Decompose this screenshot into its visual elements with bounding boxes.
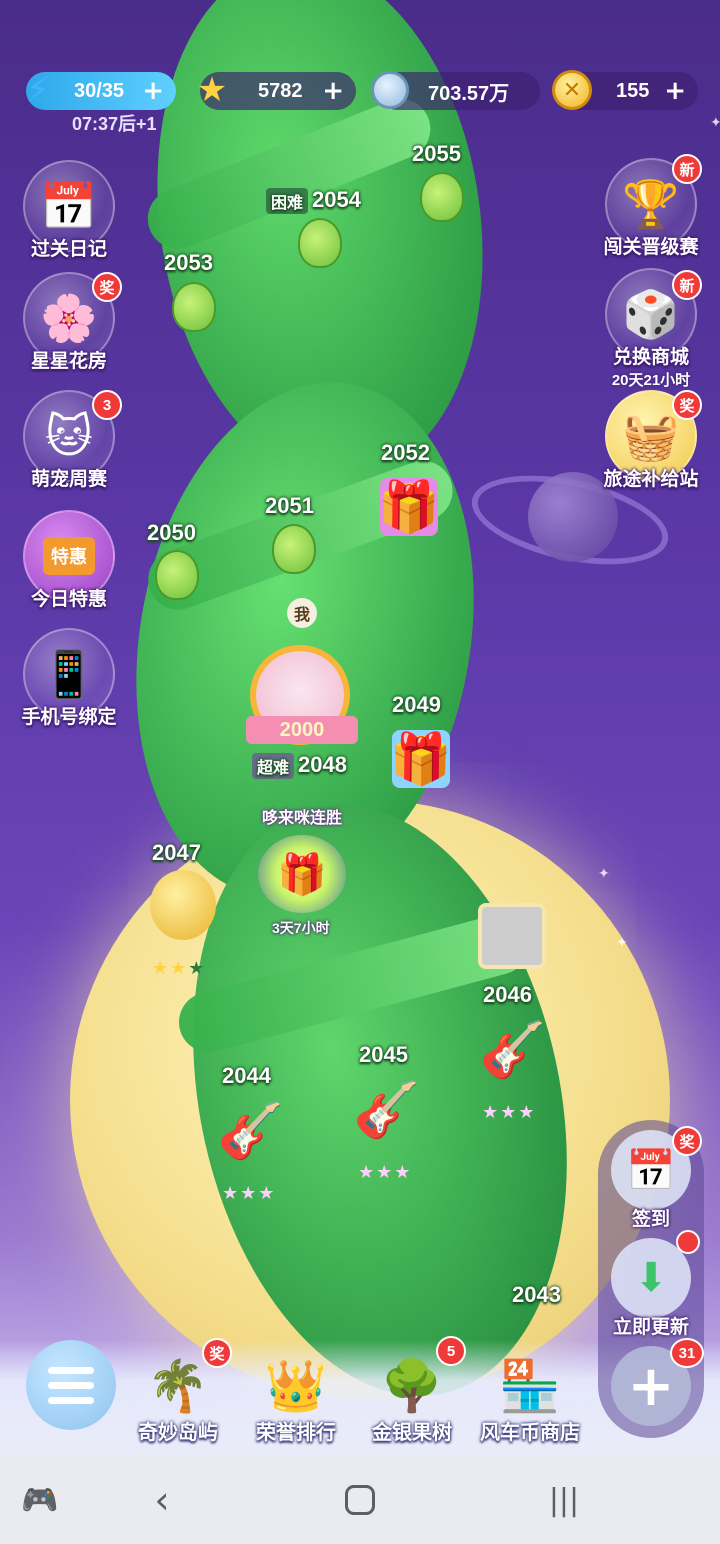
- friend-avatar[interactable]: [478, 903, 546, 969]
- level-label: 2045: [359, 1042, 408, 1067]
- level-label: 2044: [222, 1063, 271, 1088]
- energy-value: 30/35: [74, 79, 125, 102]
- new-badge: 新: [672, 270, 702, 300]
- exchange-timer: 20天21小时: [611, 372, 691, 389]
- lightning-icon: ⚡: [26, 70, 50, 110]
- gift-icon: 🎁: [277, 851, 327, 898]
- menu-phone-bind[interactable]: 📱 手机号绑定: [14, 628, 124, 729]
- add-gold-button[interactable]: +: [664, 76, 686, 106]
- menu-daily-deal[interactable]: 特惠 今日特惠: [14, 510, 124, 611]
- level-node-2044[interactable]: 🎸: [216, 1096, 286, 1166]
- me-marker: 我: [287, 598, 317, 628]
- level-label: 2046: [483, 982, 532, 1007]
- gold-value: 155: [616, 79, 650, 102]
- add-stars-button[interactable]: +: [322, 76, 344, 106]
- reward-badge: 奖: [92, 272, 122, 302]
- add-energy-button[interactable]: +: [142, 76, 164, 106]
- recent-apps-button[interactable]: |||: [540, 1476, 588, 1524]
- star-icon: ★: [196, 70, 228, 110]
- notification-dot: [676, 1230, 700, 1254]
- update-now-button[interactable]: ⬇ 立即更新: [608, 1230, 700, 1339]
- menu-star-greenhouse[interactable]: 🌸 星星花房 奖: [14, 272, 124, 373]
- stars-value: 5782: [258, 79, 303, 102]
- difficulty-tag: 超难: [252, 753, 295, 780]
- level-node-2055[interactable]: [420, 172, 464, 222]
- level-node-2051[interactable]: [272, 524, 316, 574]
- level-node-2053[interactable]: [172, 282, 216, 332]
- level-stars-2045: ★★★: [358, 1162, 413, 1183]
- avatar-frame-ribbon: 2000: [246, 716, 358, 744]
- silver-coin-icon: [366, 66, 414, 114]
- home-button[interactable]: [336, 1476, 384, 1524]
- level-label: 2047: [152, 840, 201, 865]
- back-button[interactable]: ‹: [138, 1476, 186, 1524]
- level-label: 2053: [164, 250, 213, 275]
- level-label: 2055: [412, 141, 461, 166]
- new-badge: 新: [672, 154, 702, 184]
- checkin-button[interactable]: 📅 签到 奖: [608, 1126, 702, 1231]
- event-title: 哆来咪连胜: [262, 810, 343, 827]
- difficulty-tag: 困难: [266, 188, 309, 215]
- main-menu-button[interactable]: [26, 1340, 116, 1430]
- energy-timer: 07:37后+1: [72, 114, 157, 134]
- level-node-2046[interactable]: 🎸: [478, 1015, 548, 1085]
- event-gift-button[interactable]: 🎁: [258, 835, 346, 913]
- reward-badge: 奖: [202, 1338, 232, 1368]
- event-timer: 3天7小时: [272, 920, 330, 936]
- level-label: 超难 2048: [252, 752, 347, 780]
- sparkle-icon: ✦: [616, 935, 628, 951]
- dock-honor-ranking[interactable]: 👑 荣誉排行: [236, 1340, 356, 1445]
- dock-windmill-shop[interactable]: 🏪 风车币商店: [470, 1340, 590, 1445]
- silver-value: 703.57万: [428, 82, 510, 105]
- level-node-2049[interactable]: 🎁: [390, 730, 452, 788]
- dock-wonder-island[interactable]: 🌴 奇妙岛屿 奖: [118, 1338, 238, 1445]
- more-button[interactable]: + 31: [608, 1338, 704, 1426]
- level-label: 2049: [392, 692, 441, 717]
- level-label: 困难 2054: [266, 187, 361, 215]
- menu-level-diary[interactable]: 📅 过关日记: [14, 160, 124, 261]
- level-label: 2043: [512, 1282, 561, 1307]
- level-stars-2047: ★★★: [152, 958, 207, 979]
- menu-icon: [48, 1366, 94, 1374]
- menu-pet-weekly[interactable]: 🐱 萌宠周赛 3: [14, 390, 124, 491]
- gold-counter[interactable]: ✕ 155 +: [552, 70, 698, 110]
- level-label: 2050: [147, 520, 196, 545]
- store-icon: 🏪: [498, 1357, 562, 1415]
- level-stars-2044: ★★★: [222, 1183, 277, 1204]
- energy-bar[interactable]: ⚡ 30/35 +: [26, 70, 176, 110]
- gold-coin-icon: ✕: [548, 66, 596, 114]
- game-controller-icon[interactable]: 🎮: [16, 1476, 64, 1524]
- reward-badge: 奖: [672, 1126, 702, 1156]
- menu-supply-station[interactable]: 🧺 旅途补给站 奖: [596, 390, 706, 491]
- count-badge: 5: [436, 1336, 466, 1366]
- reward-badge: 奖: [672, 390, 702, 420]
- level-stars-2046: ★★★: [482, 1102, 537, 1123]
- level-node-2054[interactable]: [298, 218, 342, 268]
- sparkle-icon: ✦: [598, 866, 610, 882]
- crown-icon: 👑: [264, 1357, 328, 1415]
- menu-promotion-contest[interactable]: 🏆 闯关晋级赛 新: [596, 154, 706, 259]
- dock-fruit-tree[interactable]: 🌳 金银果树 5: [352, 1336, 472, 1445]
- level-node-2045[interactable]: 🎸: [352, 1075, 422, 1145]
- count-badge: 31: [670, 1338, 704, 1368]
- level-node-2050[interactable]: [155, 550, 199, 600]
- level-node-2047[interactable]: [150, 870, 216, 940]
- menu-exchange-mall[interactable]: 🎲 兑换商城 20天21小时 新: [596, 268, 706, 390]
- level-label: 2052: [381, 440, 430, 465]
- level-label: 2051: [265, 493, 314, 518]
- stars-counter[interactable]: ★ 5782 +: [197, 70, 356, 110]
- count-badge: 3: [92, 390, 122, 420]
- sparkle-icon: ✦: [710, 115, 720, 131]
- silver-counter[interactable]: 703.57万: [371, 71, 540, 110]
- level-node-2052[interactable]: 🎁: [378, 478, 440, 536]
